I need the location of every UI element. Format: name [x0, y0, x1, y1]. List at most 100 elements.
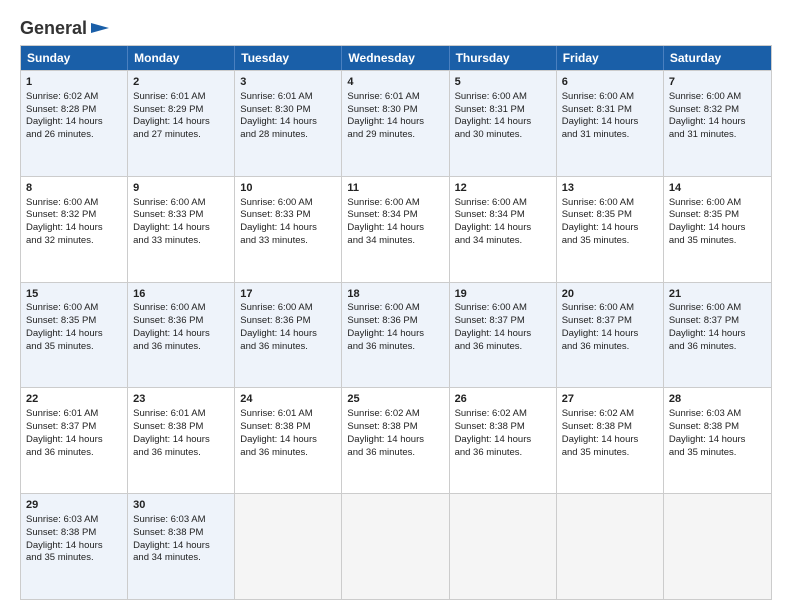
header: General: [20, 18, 772, 35]
day-info-line: Sunrise: 6:00 AM: [669, 197, 766, 210]
day-info-line: Daylight: 14 hours: [455, 434, 551, 447]
day-info-line: Sunset: 8:30 PM: [347, 104, 443, 117]
day-cell-16: 16Sunrise: 6:00 AMSunset: 8:36 PMDayligh…: [128, 283, 235, 388]
logo: General: [20, 18, 109, 35]
day-info-line: Sunrise: 6:02 AM: [347, 408, 443, 421]
day-info-line: and 34 minutes.: [133, 552, 229, 565]
day-info-line: Sunset: 8:32 PM: [669, 104, 766, 117]
day-cell-14: 14Sunrise: 6:00 AMSunset: 8:35 PMDayligh…: [664, 177, 771, 282]
day-info-line: Daylight: 14 hours: [669, 328, 766, 341]
day-cell-29: 29Sunrise: 6:03 AMSunset: 8:38 PMDayligh…: [21, 494, 128, 599]
day-number: 29: [26, 498, 122, 513]
day-info-line: Sunset: 8:35 PM: [26, 315, 122, 328]
day-info-line: Daylight: 14 hours: [26, 540, 122, 553]
day-info-line: and 36 minutes.: [240, 447, 336, 460]
day-info-line: Daylight: 14 hours: [669, 116, 766, 129]
day-info-line: and 35 minutes.: [669, 235, 766, 248]
day-info-line: Sunset: 8:38 PM: [347, 421, 443, 434]
empty-cell: [664, 494, 771, 599]
day-info-line: and 26 minutes.: [26, 129, 122, 142]
day-number: 18: [347, 287, 443, 302]
day-info-line: Sunset: 8:36 PM: [133, 315, 229, 328]
day-number: 1: [26, 75, 122, 90]
day-info-line: Sunrise: 6:00 AM: [347, 197, 443, 210]
day-info-line: Sunset: 8:38 PM: [669, 421, 766, 434]
day-info-line: Daylight: 14 hours: [26, 434, 122, 447]
day-cell-9: 9Sunrise: 6:00 AMSunset: 8:33 PMDaylight…: [128, 177, 235, 282]
day-info-line: Daylight: 14 hours: [133, 328, 229, 341]
day-header-thursday: Thursday: [450, 46, 557, 70]
day-cell-24: 24Sunrise: 6:01 AMSunset: 8:38 PMDayligh…: [235, 388, 342, 493]
day-number: 10: [240, 181, 336, 196]
day-cell-22: 22Sunrise: 6:01 AMSunset: 8:37 PMDayligh…: [21, 388, 128, 493]
day-info-line: Sunrise: 6:02 AM: [455, 408, 551, 421]
day-info-line: Sunrise: 6:00 AM: [455, 197, 551, 210]
day-info-line: Sunset: 8:37 PM: [26, 421, 122, 434]
day-info-line: Daylight: 14 hours: [133, 540, 229, 553]
calendar-week-4: 22Sunrise: 6:01 AMSunset: 8:37 PMDayligh…: [21, 387, 771, 493]
day-header-saturday: Saturday: [664, 46, 771, 70]
day-cell-4: 4Sunrise: 6:01 AMSunset: 8:30 PMDaylight…: [342, 71, 449, 176]
day-cell-25: 25Sunrise: 6:02 AMSunset: 8:38 PMDayligh…: [342, 388, 449, 493]
calendar-body: 1Sunrise: 6:02 AMSunset: 8:28 PMDaylight…: [21, 70, 771, 599]
day-number: 7: [669, 75, 766, 90]
day-number: 24: [240, 392, 336, 407]
day-info-line: Daylight: 14 hours: [240, 434, 336, 447]
day-number: 3: [240, 75, 336, 90]
day-header-sunday: Sunday: [21, 46, 128, 70]
day-number: 15: [26, 287, 122, 302]
day-info-line: and 34 minutes.: [455, 235, 551, 248]
day-info-line: Sunset: 8:29 PM: [133, 104, 229, 117]
day-cell-30: 30Sunrise: 6:03 AMSunset: 8:38 PMDayligh…: [128, 494, 235, 599]
day-info-line: Daylight: 14 hours: [455, 116, 551, 129]
day-cell-6: 6Sunrise: 6:00 AMSunset: 8:31 PMDaylight…: [557, 71, 664, 176]
day-cell-19: 19Sunrise: 6:00 AMSunset: 8:37 PMDayligh…: [450, 283, 557, 388]
day-info-line: Daylight: 14 hours: [26, 328, 122, 341]
day-cell-10: 10Sunrise: 6:00 AMSunset: 8:33 PMDayligh…: [235, 177, 342, 282]
day-info-line: Sunrise: 6:03 AM: [26, 514, 122, 527]
day-info-line: Sunset: 8:32 PM: [26, 209, 122, 222]
day-info-line: and 31 minutes.: [669, 129, 766, 142]
day-info-line: and 36 minutes.: [347, 447, 443, 460]
day-info-line: Daylight: 14 hours: [347, 434, 443, 447]
day-info-line: Sunset: 8:36 PM: [240, 315, 336, 328]
day-info-line: Sunset: 8:33 PM: [240, 209, 336, 222]
day-info-line: and 35 minutes.: [26, 341, 122, 354]
day-info-line: Sunset: 8:36 PM: [347, 315, 443, 328]
day-header-tuesday: Tuesday: [235, 46, 342, 70]
day-number: 19: [455, 287, 551, 302]
day-info-line: Sunrise: 6:00 AM: [455, 302, 551, 315]
day-number: 25: [347, 392, 443, 407]
day-info-line: and 28 minutes.: [240, 129, 336, 142]
day-number: 4: [347, 75, 443, 90]
day-info-line: and 33 minutes.: [240, 235, 336, 248]
day-info-line: Sunrise: 6:00 AM: [669, 302, 766, 315]
day-info-line: and 30 minutes.: [455, 129, 551, 142]
day-info-line: Sunrise: 6:00 AM: [669, 91, 766, 104]
day-info-line: Daylight: 14 hours: [26, 116, 122, 129]
day-info-line: Sunrise: 6:00 AM: [133, 302, 229, 315]
day-number: 16: [133, 287, 229, 302]
calendar-week-5: 29Sunrise: 6:03 AMSunset: 8:38 PMDayligh…: [21, 493, 771, 599]
day-info-line: Sunrise: 6:03 AM: [133, 514, 229, 527]
day-info-line: Sunrise: 6:01 AM: [133, 408, 229, 421]
day-info-line: Sunset: 8:34 PM: [347, 209, 443, 222]
logo-line: General: [20, 18, 109, 39]
day-info-line: Daylight: 14 hours: [347, 222, 443, 235]
day-info-line: Daylight: 14 hours: [240, 328, 336, 341]
calendar-header: SundayMondayTuesdayWednesdayThursdayFrid…: [21, 46, 771, 70]
day-info-line: and 32 minutes.: [26, 235, 122, 248]
day-cell-26: 26Sunrise: 6:02 AMSunset: 8:38 PMDayligh…: [450, 388, 557, 493]
day-info-line: Daylight: 14 hours: [669, 222, 766, 235]
day-info-line: Sunset: 8:37 PM: [455, 315, 551, 328]
day-info-line: Sunrise: 6:00 AM: [347, 302, 443, 315]
day-info-line: Sunset: 8:35 PM: [669, 209, 766, 222]
day-info-line: Daylight: 14 hours: [133, 222, 229, 235]
day-info-line: Daylight: 14 hours: [240, 116, 336, 129]
day-number: 5: [455, 75, 551, 90]
day-info-line: Daylight: 14 hours: [133, 116, 229, 129]
calendar-week-2: 8Sunrise: 6:00 AMSunset: 8:32 PMDaylight…: [21, 176, 771, 282]
day-info-line: and 36 minutes.: [562, 341, 658, 354]
day-number: 22: [26, 392, 122, 407]
day-number: 2: [133, 75, 229, 90]
